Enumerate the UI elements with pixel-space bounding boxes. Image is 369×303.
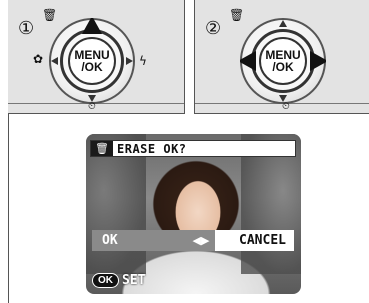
up-arrow-icon[interactable] <box>82 18 102 34</box>
ok-button-icon: OK <box>92 272 119 288</box>
camera-lcd: 🗑 ERASE OK? OK ◀▶ CANCEL OK SET <box>86 134 301 294</box>
ok-set-hint: OK SET <box>92 272 145 288</box>
four-way-dial[interactable]: MENU /OK <box>49 18 135 104</box>
erase-dialog-title: 🗑 ERASE OK? <box>90 140 296 157</box>
right-arrow-icon[interactable] <box>310 51 326 71</box>
step-1-panel: ① 🗑 ✿ ϟ MENU /OK ⏲ <box>8 0 185 114</box>
step-number: ① <box>18 18 35 39</box>
trash-icon: 🗑 <box>91 141 113 156</box>
timer-icon: ⏲ <box>282 101 290 112</box>
confirm-choices: OK ◀▶ CANCEL <box>92 230 294 251</box>
dialog-title: ERASE OK? <box>117 141 187 156</box>
dial-arrows <box>240 20 326 102</box>
timer-icon: ⏲ <box>88 101 96 112</box>
up-arrow-icon[interactable] <box>279 20 287 27</box>
ok-option[interactable]: OK <box>92 230 187 251</box>
right-arrow-icon[interactable] <box>126 57 133 65</box>
macro-icon: ✿ <box>33 52 44 66</box>
left-arrow-icon[interactable] <box>240 51 256 71</box>
step-2-panel: ② 🗑 MENU /OK ⏲ <box>194 0 369 114</box>
dial-arrows <box>51 18 133 102</box>
four-way-dial[interactable]: MENU /OK <box>240 18 326 104</box>
cancel-option[interactable]: CANCEL <box>215 230 294 251</box>
set-label: SET <box>122 272 146 288</box>
step-number: ② <box>205 18 222 39</box>
flash-icon: ϟ <box>139 54 147 68</box>
left-right-arrows-icon: ◀▶ <box>187 230 215 251</box>
left-arrow-icon[interactable] <box>51 57 58 65</box>
